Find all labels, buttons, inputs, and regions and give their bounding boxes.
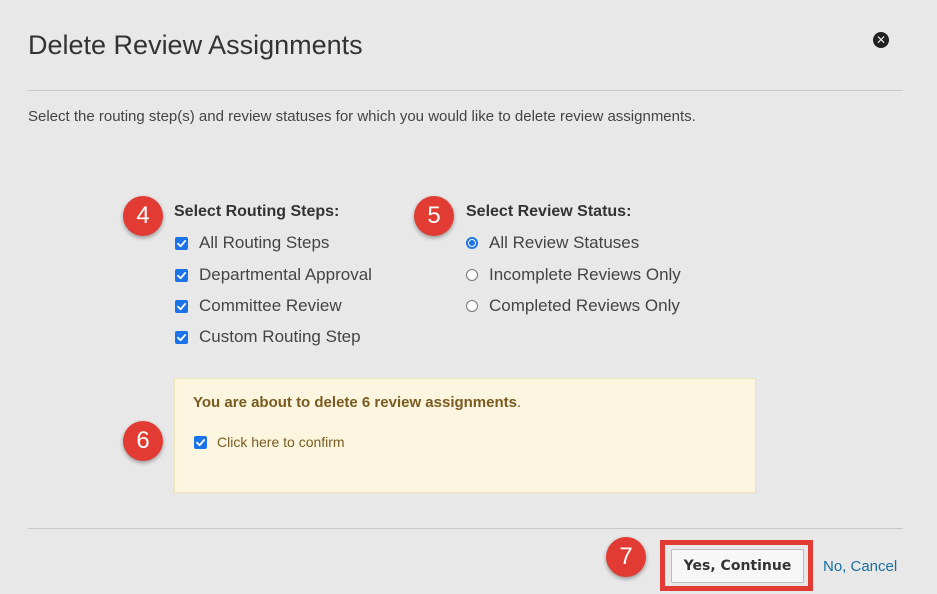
checkbox-checked-icon[interactable] [175,299,188,313]
review-status-label: Completed Reviews Only [489,296,680,315]
routing-steps-heading: Select Routing Steps: [174,203,340,220]
callout-badge-4: 4 [123,196,163,236]
routing-step-label: All Routing Steps [199,233,330,252]
review-status-heading: Select Review Status: [466,203,632,220]
confirm-message-tail: . [517,394,522,411]
radio-unselected-icon[interactable] [466,269,478,281]
yes-continue-button[interactable]: Yes, Continue [671,549,804,583]
checkbox-checked-icon[interactable] [175,268,188,282]
routing-step-label: Committee Review [199,296,342,315]
radio-selected-icon[interactable] [466,237,478,249]
confirm-message: You are about to delete 6 review assignm… [193,394,521,411]
dialog-intro: Select the routing step(s) and review st… [28,108,696,125]
callout-badge-5: 5 [414,196,454,236]
callout-badge-7: 7 [606,537,646,577]
header-divider [28,90,903,91]
callout-badge-6: 6 [123,421,163,461]
review-status-completed[interactable]: Completed Reviews Only [466,296,680,316]
confirm-notice: You are about to delete 6 review assignm… [174,378,756,493]
routing-step-all[interactable]: All Routing Steps [175,233,329,253]
review-status-incomplete[interactable]: Incomplete Reviews Only [466,265,681,285]
review-status-label: All Review Statuses [489,233,640,252]
no-cancel-link[interactable]: No, Cancel [823,558,897,575]
review-status-label: Incomplete Reviews Only [489,265,681,284]
checkbox-checked-icon[interactable] [175,236,188,250]
routing-step-custom[interactable]: Custom Routing Step [175,327,361,347]
dialog-title: Delete Review Assignments [28,30,363,60]
routing-step-label: Custom Routing Step [199,327,361,346]
radio-unselected-icon[interactable] [466,300,478,312]
footer-divider [28,528,903,529]
checkbox-checked-icon[interactable] [194,435,207,449]
checkbox-checked-icon[interactable] [175,330,188,344]
routing-step-committee-review[interactable]: Committee Review [175,296,342,316]
review-status-all[interactable]: All Review Statuses [466,233,639,253]
close-icon[interactable]: ✕ [873,32,889,48]
routing-step-departmental-approval[interactable]: Departmental Approval [175,265,372,285]
confirm-checkbox[interactable]: Click here to confirm [194,434,345,450]
confirm-message-bold: You are about to delete 6 review assignm… [193,394,517,411]
confirm-checkbox-label: Click here to confirm [217,434,345,450]
routing-step-label: Departmental Approval [199,265,372,284]
